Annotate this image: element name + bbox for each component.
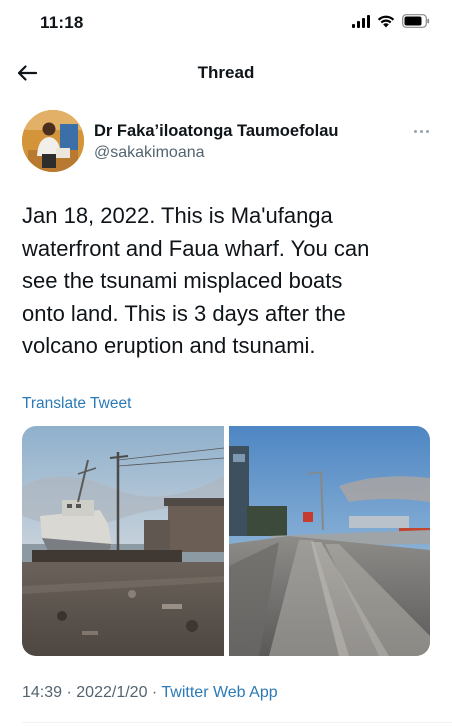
tweet-date: 2022/1/20 — [76, 684, 148, 701]
tweet-text-line: volcano eruption and tsunami. — [22, 333, 316, 358]
nav-bar: Thread — [0, 50, 452, 96]
avatar[interactable] — [22, 110, 84, 172]
more-options-button[interactable] — [408, 122, 434, 140]
photo-boat-on-wharf[interactable] — [22, 426, 224, 656]
author-name[interactable]: Dr Faka’iloatonga Taumoefolau — [94, 122, 338, 141]
tweet-text-line: see the tsunami misplaced boats — [22, 268, 343, 293]
tweet-time: 14:39 — [22, 684, 63, 701]
battery-icon — [402, 14, 430, 28]
tweet-meta: 14:39 · 2022/1/20 · Twitter Web App — [22, 684, 278, 702]
photo-ash-covered-road[interactable] — [229, 426, 430, 656]
more-dots-icon — [413, 129, 417, 133]
meta-separator: · — [151, 684, 158, 701]
translate-tweet-link[interactable]: Translate Tweet — [22, 395, 131, 413]
divider — [22, 722, 452, 723]
author-handle[interactable]: @sakakimoana — [94, 144, 205, 162]
tweet-source-link[interactable]: Twitter Web App — [161, 684, 277, 701]
tweet-media — [22, 426, 430, 656]
tweet-text: Jan 18, 2022. This is Ma'ufanga waterfro… — [22, 200, 432, 363]
tweet-text-line: Jan 18, 2022. This is Ma'ufanga — [22, 203, 333, 228]
tweet-author: Dr Faka’iloatonga Taumoefolau @sakakimoa… — [20, 108, 440, 174]
status-icons — [352, 14, 430, 28]
status-time: 11:18 — [40, 13, 84, 32]
wifi-icon — [377, 15, 395, 28]
tweet-text-line: waterfront and Faua wharf. You can — [22, 235, 370, 261]
meta-separator: · — [66, 684, 72, 701]
cellular-signal-icon — [352, 14, 370, 28]
tweet-text-line: onto land. This is 3 days after the — [22, 300, 346, 326]
status-bar: 11:18 — [0, 0, 452, 46]
page-title: Thread — [197, 63, 255, 82]
